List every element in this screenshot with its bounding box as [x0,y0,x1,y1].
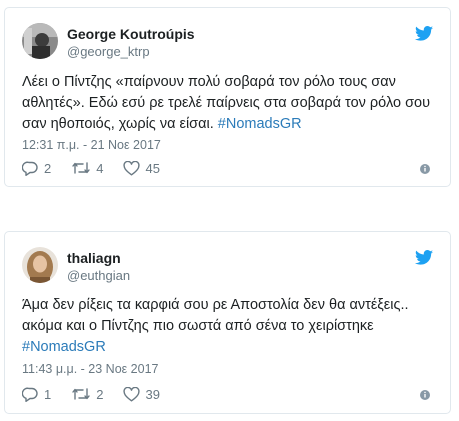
author-handle[interactable]: @euthgian [67,268,130,283]
avatar[interactable] [22,247,58,283]
reply-count: 1 [44,386,52,402]
tweet-card[interactable]: George Koutroúpis @george_ktrp Λέει ο Πί… [4,7,451,187]
twitter-bird-icon[interactable] [415,250,433,265]
action-bar: 2 4 45 [22,159,180,177]
reply-button[interactable]: 2 [22,161,51,176]
tweet-text: Λέει ο Πίντζης «παίρνουν πολύ σοβαρά τον… [22,72,437,135]
tweet-card[interactable]: thaliagn @euthgian Άμα δεν ρίξεις τα καρ… [4,231,451,414]
timestamp[interactable]: 11:43 μ.μ. - 23 Νοε 2017 [22,362,159,376]
tweet-text-content: Άμα δεν ρίξεις τα καρφιά σου ρε Αποστολί… [22,297,409,334]
like-count: 39 [145,386,160,402]
like-icon [123,386,141,401]
retweet-icon [72,162,90,174]
timestamp[interactable]: 12:31 π.μ. - 21 Νοε 2017 [22,138,161,152]
reply-count: 2 [44,160,52,176]
avatar[interactable] [22,23,58,59]
avatar-image [22,23,58,59]
retweet-button[interactable]: 4 [71,161,103,176]
author-name[interactable]: George Koutroúpis [67,26,195,42]
retweet-count: 4 [96,160,104,176]
like-count: 45 [145,160,160,176]
info-icon[interactable] [418,388,432,402]
like-button[interactable]: 45 [123,160,160,176]
like-button[interactable]: 39 [123,386,160,402]
info-icon[interactable] [418,162,432,176]
retweet-button[interactable]: 2 [71,387,103,402]
reply-icon [22,387,38,402]
tweet-text: Άμα δεν ρίξεις τα καρφιά σου ρε Αποστολί… [22,295,437,358]
hashtag-link[interactable]: #NomadsGR [218,116,302,132]
hashtag-link[interactable]: #NomadsGR [22,339,106,355]
retweet-icon [72,388,90,400]
author-handle[interactable]: @george_ktrp [67,44,150,59]
retweet-count: 2 [96,386,104,402]
reply-icon [22,161,38,176]
like-icon [123,160,141,175]
reply-button[interactable]: 1 [22,387,51,402]
avatar-image [22,247,58,283]
twitter-bird-icon[interactable] [415,26,433,41]
action-bar: 1 2 39 [22,385,180,403]
author-name[interactable]: thaliagn [67,250,121,266]
